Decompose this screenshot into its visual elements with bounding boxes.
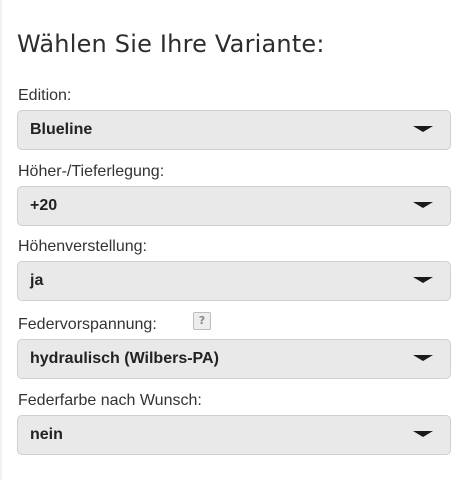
spring-color-label: Federfarbe nach Wunsch: (18, 392, 202, 409)
spring-preload-selected-value: hydraulisch (Wilbers-PA) (30, 350, 219, 367)
help-icon[interactable]: ? (193, 312, 211, 330)
lowering-select[interactable]: +20 (17, 186, 451, 226)
lowering-label: Höher-/Tieferlegung: (18, 163, 165, 180)
height-adjustment-label: Höhenverstellung: (18, 238, 147, 255)
spring-preload-select[interactable]: hydraulisch (Wilbers-PA) (17, 339, 451, 379)
chevron-down-icon (413, 202, 433, 208)
height-adjustment-selected-value: ja (30, 272, 44, 289)
edition-selected-value: Blueline (30, 121, 93, 138)
spring-preload-label: Federvorspannung: (18, 316, 157, 333)
edition-select[interactable]: Blueline (17, 110, 451, 150)
edition-label: Edition: (18, 87, 72, 104)
chevron-down-icon (413, 277, 433, 283)
chevron-down-icon (413, 431, 433, 437)
spring-color-select[interactable]: nein (17, 415, 451, 455)
lowering-selected-value: +20 (30, 197, 58, 214)
spring-color-selected-value: nein (30, 426, 63, 443)
height-adjustment-select[interactable]: ja (17, 261, 451, 301)
chevron-down-icon (413, 126, 433, 132)
chevron-down-icon (413, 355, 433, 361)
divider (0, 0, 2, 480)
variant-selection-panel: Wählen Sie Ihre Variante: Edition: Bluel… (0, 0, 465, 480)
page-title: Wählen Sie Ihre Variante: (17, 30, 325, 58)
